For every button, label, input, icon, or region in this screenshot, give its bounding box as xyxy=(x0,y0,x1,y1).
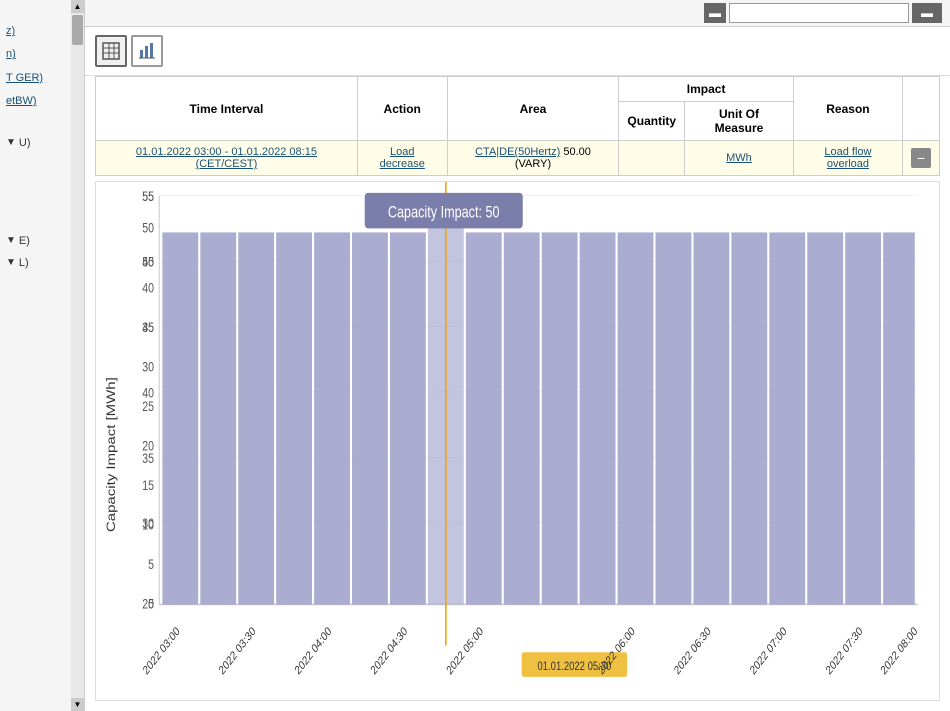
td-remove: − xyxy=(903,141,940,176)
svg-text:2022 04:30: 2022 04:30 xyxy=(369,625,410,678)
scroll-thumb xyxy=(72,15,83,45)
table-container: Time Interval Action Area Impact Reason … xyxy=(95,76,940,176)
td-area: CTA|DE(50Hertz) 50.00 (VARY) xyxy=(447,141,619,176)
svg-text:55: 55 xyxy=(142,189,154,205)
time-interval-link[interactable]: 01.01.2022 03:00 - 01.01.2022 08:15 (CET… xyxy=(136,146,317,170)
bar-12 xyxy=(580,232,616,604)
th-quantity: Quantity xyxy=(619,102,685,141)
bar-19 xyxy=(845,232,881,604)
td-reason: Load flow overload xyxy=(793,141,902,176)
y-axis-label: Capacity Impact [MWh] xyxy=(105,377,118,532)
bar-15 xyxy=(693,232,729,604)
svg-text:15: 15 xyxy=(142,478,154,494)
top-button-1[interactable]: ▬ xyxy=(704,3,726,23)
dropdown-arrow-l: ▼ xyxy=(6,257,16,268)
svg-text:45: 45 xyxy=(142,254,154,270)
dropdown-arrow-e: ▼ xyxy=(6,235,16,246)
td-action: Load decrease xyxy=(357,141,447,176)
action-link[interactable]: Load decrease xyxy=(380,146,425,170)
bar-9 xyxy=(466,232,502,604)
bar-5 xyxy=(314,232,350,604)
svg-text:30: 30 xyxy=(142,359,154,375)
td-quantity xyxy=(619,141,685,176)
bar-11 xyxy=(542,232,578,604)
svg-text:2022 07:00: 2022 07:00 xyxy=(748,625,789,678)
unit-link[interactable]: MWh xyxy=(726,152,752,164)
th-actions xyxy=(903,77,940,141)
bar-1 xyxy=(162,232,198,604)
svg-text:2022 06:30: 2022 06:30 xyxy=(672,625,713,678)
svg-text:40: 40 xyxy=(142,280,154,296)
td-time-interval: 01.01.2022 03:00 - 01.01.2022 08:15 (CET… xyxy=(96,141,358,176)
svg-text:20: 20 xyxy=(142,438,154,454)
svg-text:50: 50 xyxy=(142,220,154,236)
bar-2 xyxy=(200,232,236,604)
top-bar: ▬ ▬ xyxy=(85,0,950,27)
bar-20 xyxy=(883,232,915,604)
svg-text:2022 04:00: 2022 04:00 xyxy=(293,625,334,678)
bar-14 xyxy=(656,232,692,604)
table-icon xyxy=(102,42,120,60)
chart-view-button[interactable] xyxy=(131,35,163,67)
svg-text:5: 5 xyxy=(148,557,154,573)
toolbar xyxy=(85,27,950,76)
svg-text:2022 07:30: 2022 07:30 xyxy=(824,625,865,678)
bar-18 xyxy=(807,232,843,604)
svg-text:2022 08:00: 2022 08:00 xyxy=(879,625,920,678)
sidebar-scroll-up[interactable]: ▲ xyxy=(71,0,84,13)
bar-13 xyxy=(618,232,654,604)
bar-17 xyxy=(769,232,805,604)
th-area: Area xyxy=(447,77,619,141)
td-unit: MWh xyxy=(685,141,794,176)
svg-text:35: 35 xyxy=(142,320,154,336)
svg-text:2022 03:30: 2022 03:30 xyxy=(217,625,258,678)
table-view-button[interactable] xyxy=(95,35,127,67)
reason-link[interactable]: Load flow overload xyxy=(824,146,871,170)
table-row: 01.01.2022 03:00 - 01.01.2022 08:15 (CET… xyxy=(96,141,940,176)
remove-button[interactable]: − xyxy=(911,148,931,168)
chart-container: Capacity Impact [MWh] 55 50 45 40 35 30 … xyxy=(95,181,940,701)
th-reason: Reason xyxy=(793,77,902,141)
svg-text:2022 05:00: 2022 05:00 xyxy=(445,625,486,678)
svg-text:25: 25 xyxy=(142,399,154,415)
search-input[interactable] xyxy=(729,3,909,23)
sidebar-scroll-down[interactable]: ▼ xyxy=(71,698,84,711)
svg-text:0: 0 xyxy=(148,596,154,612)
tooltip-text: Capacity Impact: 50 xyxy=(388,204,500,222)
chart-icon xyxy=(138,42,156,60)
th-impact: Impact xyxy=(619,77,793,102)
svg-text:10: 10 xyxy=(142,517,154,533)
dropdown-arrow-u: ▼ xyxy=(6,137,16,148)
left-sidebar: ▲ z) n) T GER) etBW) ▼ U) ▼ E) ▼ xyxy=(0,0,85,711)
bar-6 xyxy=(352,232,388,604)
svg-text:2022 03:00: 2022 03:00 xyxy=(141,625,182,678)
th-time-interval: Time Interval xyxy=(96,77,358,141)
bar-16 xyxy=(731,232,767,604)
page-wrapper: ▲ z) n) T GER) etBW) ▼ U) ▼ E) ▼ xyxy=(0,0,950,711)
chart-svg: Capacity Impact [MWh] 55 50 45 40 35 30 … xyxy=(96,182,939,700)
th-unit: Unit Of Measure xyxy=(685,102,794,141)
bar-3 xyxy=(238,232,274,604)
right-panel: ▬ ▬ xyxy=(85,0,950,711)
sidebar-scrollbar[interactable] xyxy=(71,13,84,698)
bar-10 xyxy=(504,232,540,604)
top-button-2[interactable]: ▬ xyxy=(912,3,942,23)
bar-4 xyxy=(276,232,312,604)
data-table: Time Interval Action Area Impact Reason … xyxy=(95,76,940,176)
th-action: Action xyxy=(357,77,447,141)
bar-7 xyxy=(390,232,426,604)
area-link[interactable]: CTA|DE(50Hertz) xyxy=(475,146,560,158)
